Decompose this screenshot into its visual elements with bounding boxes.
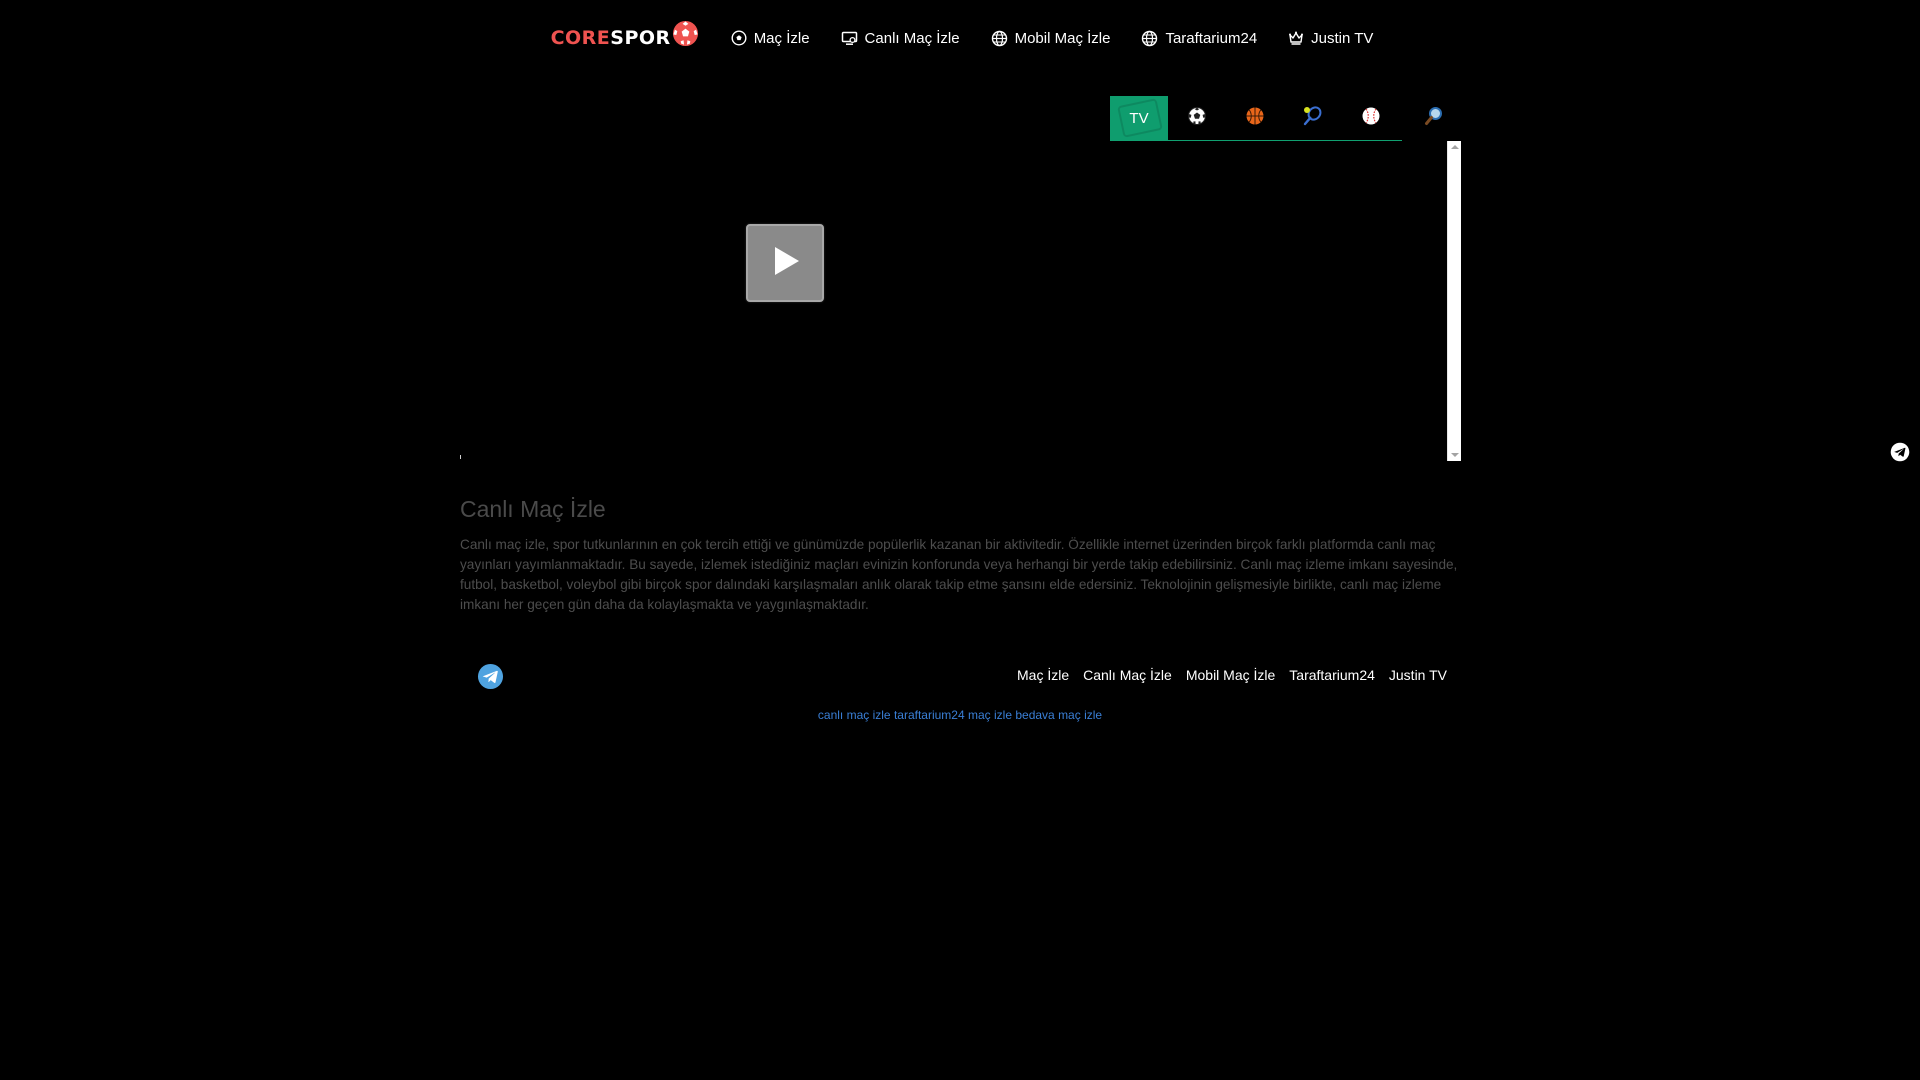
telegram-icon (477, 663, 504, 694)
basketball-icon (1245, 106, 1265, 130)
article-body: Canlı maç izle, spor tutkunlarının en ço… (460, 537, 1458, 612)
scroll-up-arrow-icon[interactable] (1451, 145, 1459, 149)
footer-link-taraftarium24[interactable]: Taraftarium24 (1289, 667, 1375, 683)
scroll-down-arrow-icon[interactable] (1451, 453, 1459, 457)
nav-item-mac-izle[interactable]: Maç İzle (731, 30, 810, 47)
article-title: Canlı Maç İzle (460, 496, 606, 522)
telegram-icon (1890, 442, 1910, 466)
search-button[interactable] (1414, 96, 1454, 140)
tab-football[interactable] (1168, 96, 1226, 140)
seo-link[interactable]: canlı maç izle (818, 708, 891, 722)
seo-link[interactable]: taraftarium24 (894, 708, 965, 722)
footer-link-mobil-mac-izle[interactable]: Mobil Maç İzle (1186, 667, 1275, 683)
play-icon (767, 243, 803, 284)
footer-telegram-button[interactable] (477, 663, 504, 695)
logo-text-spor: SPOR (610, 27, 671, 49)
tab-tv[interactable]: TV (1110, 96, 1168, 140)
header-inner: CORE SPOR Maç İzle Canlı Maç İzle Mobil … (550, 20, 1373, 52)
player-progress-marker (460, 455, 461, 459)
nav-item-taraftarium24[interactable]: Taraftarium24 (1141, 30, 1257, 47)
nav-item-mobil-mac-izle[interactable]: Mobil Maç İzle (991, 29, 1111, 47)
soccer-ball-icon (1187, 106, 1207, 130)
site-header: CORE SPOR Maç İzle Canlı Maç İzle Mobil … (0, 0, 1920, 76)
tab-tennis[interactable] (1284, 96, 1342, 140)
match-list[interactable] (1110, 141, 1447, 461)
crown-icon (1288, 30, 1304, 46)
nav-item-label: Taraftarium24 (1165, 29, 1258, 47)
tab-baseball[interactable] (1342, 96, 1400, 140)
logo-text-core: CORE (550, 27, 611, 49)
site-footer: Maç İzle Canlı Maç İzle Mobil Maç İzle T… (460, 661, 1460, 691)
nav-item-canli-mac-izle[interactable]: Canlı Maç İzle (841, 30, 960, 47)
seo-links: canlı maç izle taraftarium24 maç izle be… (460, 708, 1460, 722)
footer-link-canli-mac-izle[interactable]: Canlı Maç İzle (1083, 667, 1172, 683)
globe-icon (1141, 30, 1158, 47)
monitor-icon (841, 30, 858, 46)
nav-item-justin-tv[interactable]: Justin TV (1288, 30, 1373, 47)
logo-ball-icon (672, 20, 699, 52)
footer-link-justin-tv[interactable]: Justin TV (1389, 667, 1447, 683)
site-logo[interactable]: CORE SPOR (550, 20, 699, 52)
main-nav: Maç İzle Canlı Maç İzle Mobil Maç İzle T… (731, 29, 1373, 47)
footer-links: Maç İzle Canlı Maç İzle Mobil Maç İzle T… (1017, 667, 1447, 683)
tennis-icon (1302, 105, 1324, 131)
nav-item-label: Mobil Maç İzle (1014, 29, 1111, 47)
seo-link[interactable]: bedava maç izle (1015, 708, 1102, 722)
play-button[interactable] (746, 224, 824, 302)
floating-telegram-button[interactable] (1890, 442, 1910, 467)
seo-link[interactable]: maç izle (968, 708, 1012, 722)
match-sidebar: TV (1110, 96, 1461, 462)
sport-tabs: TV (1110, 96, 1402, 141)
baseball-icon (1361, 106, 1381, 130)
soccer-ball-icon (731, 30, 747, 46)
nav-item-label: Justin TV (1311, 29, 1374, 47)
tab-basketball[interactable] (1226, 96, 1284, 140)
footer-link-mac-izle[interactable]: Maç İzle (1017, 667, 1069, 683)
tab-tv-label: TV (1129, 109, 1149, 127)
match-list-scrollbar[interactable] (1447, 141, 1461, 461)
search-icon (1423, 105, 1445, 132)
nav-item-label: Canlı Maç İzle (864, 29, 960, 47)
seo-article: Canlı Maç İzle Canlı maç izle, spor tutk… (460, 496, 1460, 615)
nav-item-label: Maç İzle (753, 29, 810, 47)
globe-icon (991, 30, 1008, 47)
video-player[interactable] (460, 96, 1110, 464)
